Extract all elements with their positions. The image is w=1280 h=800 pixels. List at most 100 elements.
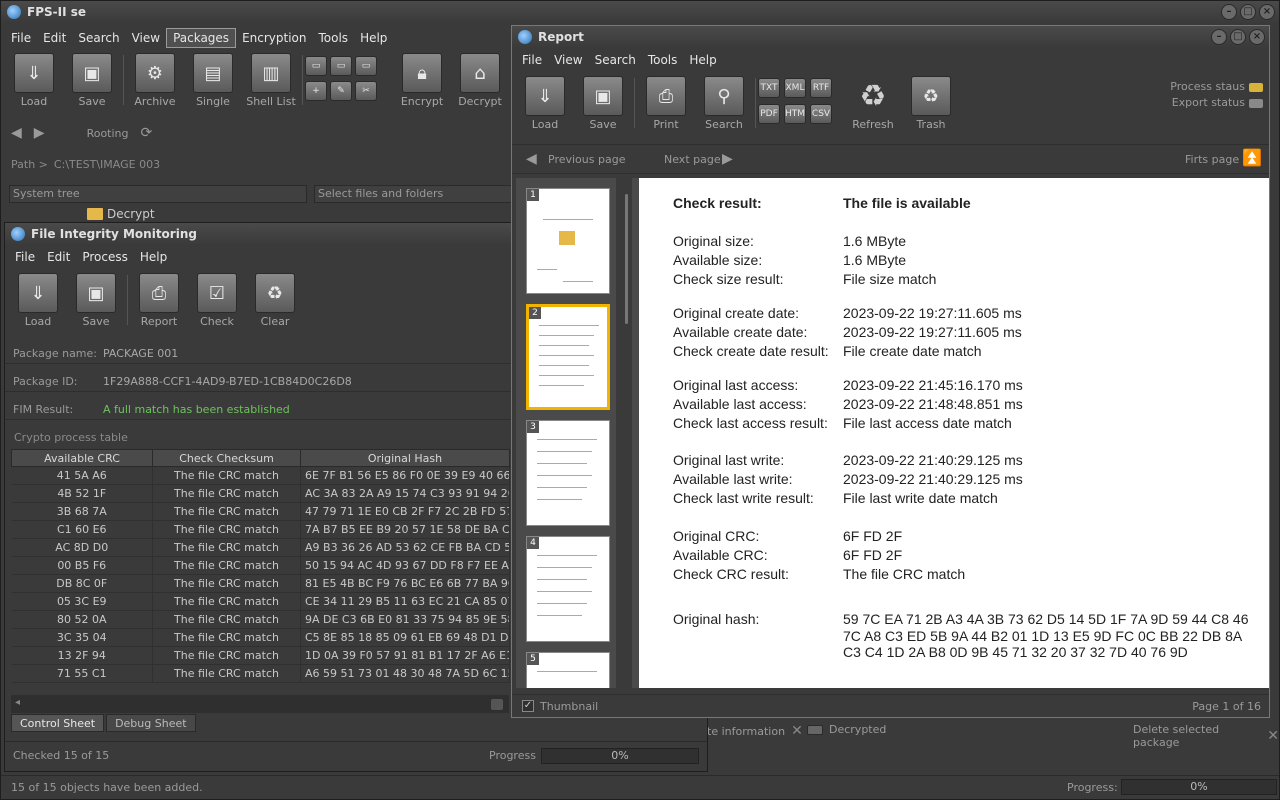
report-menu-file[interactable]: File	[516, 50, 548, 70]
tab-control-sheet[interactable]: Control Sheet	[11, 714, 105, 732]
table-row[interactable]: 05 3C E9 The file CRC match CE 34 11 29 B5…	[11, 592, 510, 611]
fim-menu-process[interactable]: Process	[76, 247, 134, 267]
minimize-button[interactable]: –	[1221, 4, 1237, 20]
previous-page-button[interactable]: Previous page	[548, 153, 625, 166]
forward-arrow-icon[interactable]: ▶	[34, 125, 45, 141]
refresh-icon[interactable]: ⟳	[141, 125, 153, 141]
fim-save-button[interactable]: ▣ Save	[67, 273, 125, 328]
menu-edit[interactable]: Edit	[37, 28, 72, 48]
print-small-icon[interactable]: ▭	[355, 56, 377, 76]
fim-report-button[interactable]: ⎙ Report	[130, 273, 188, 328]
scroll-left-icon[interactable]: ◂	[15, 697, 20, 708]
thumbnail-page-selected[interactable]: 2	[526, 304, 610, 410]
export-pdf-icon[interactable]: PDF	[758, 104, 780, 124]
table-row[interactable]: 3C 35 04 The file CRC match C5 8E 85 18 85…	[11, 628, 510, 647]
check-result-row: Check result: The file is available	[673, 195, 971, 211]
report-menu-search[interactable]: Search	[589, 50, 642, 70]
menu-file[interactable]: File	[5, 28, 37, 48]
add-icon[interactable]: +	[305, 81, 327, 101]
report-load-button[interactable]: ⇓ Load	[516, 76, 574, 131]
table-row[interactable]: 4B 52 1F The file CRC match AC 3A 83 2A A9…	[11, 484, 510, 503]
report-refresh-button[interactable]: ♻ Refresh	[844, 76, 902, 132]
thumbnail-scrollbar[interactable]	[625, 194, 628, 324]
fim-menu-edit[interactable]: Edit	[41, 247, 76, 267]
single-button[interactable]: ▤ Single	[184, 53, 242, 108]
thumbnail-page[interactable]: 5	[526, 652, 610, 688]
column-header-original-hash[interactable]: Original Hash	[300, 449, 510, 467]
doc-copy-icon[interactable]: ▭	[330, 56, 352, 76]
menu-search[interactable]: Search	[72, 28, 125, 48]
decrypted-toggle-icon[interactable]	[807, 724, 823, 735]
doc-icon[interactable]: ▭	[305, 56, 327, 76]
menu-packages[interactable]: Packages	[166, 28, 237, 48]
table-row[interactable]: 13 2F 94 The file CRC match 1D 0A 39 F0 57…	[11, 646, 510, 665]
fim-menu-help[interactable]: Help	[134, 247, 173, 267]
fim-check-button[interactable]: ☑ Check	[188, 273, 246, 328]
export-txt-icon[interactable]: TXT	[758, 78, 780, 98]
report-minimize-button[interactable]: –	[1211, 29, 1227, 45]
menu-encryption[interactable]: Encryption	[236, 28, 312, 48]
fim-load-button[interactable]: ⇓ Load	[9, 273, 67, 328]
export-xml-icon[interactable]: XML	[784, 78, 806, 98]
fim-menu-file[interactable]: File	[9, 247, 41, 267]
report-maximize-button[interactable]: □	[1230, 29, 1246, 45]
close-button[interactable]: ×	[1259, 4, 1275, 20]
report-trash-label: Trash	[916, 118, 946, 131]
thumbnail-checkbox[interactable]: ✓	[522, 700, 534, 712]
tab-debug-sheet[interactable]: Debug Sheet	[106, 714, 196, 732]
first-page-icon[interactable]: ⏫	[1242, 148, 1262, 167]
report-search-button[interactable]: ⚲ Search	[695, 76, 753, 131]
decrypt-button[interactable]: ⌂ Decrypt	[451, 53, 509, 108]
thumbnail-page[interactable]: 4	[526, 536, 610, 642]
report-trash-button[interactable]: ♻ Trash	[902, 76, 960, 131]
load-button[interactable]: ⇓ Load	[5, 53, 63, 108]
table-row[interactable]: 80 52 0A The file CRC match 9A DE C3 6B E0…	[11, 610, 510, 629]
report-print-button[interactable]: ⎙ Print	[637, 76, 695, 131]
thumbnail-page[interactable]: 3	[526, 420, 610, 526]
table-scrollbar[interactable]: ◂	[11, 695, 509, 713]
column-header-check-checksum[interactable]: Check Checksum	[152, 449, 301, 467]
report-close-button[interactable]: ×	[1249, 29, 1265, 45]
menu-help[interactable]: Help	[354, 28, 393, 48]
menu-view[interactable]: View	[126, 28, 166, 48]
tree-item-decrypt[interactable]: Decrypt	[87, 207, 155, 221]
back-arrow-icon[interactable]: ◀	[11, 125, 22, 141]
table-row[interactable]: AC 8D D0 The file CRC match A9 B3 36 26 AD…	[11, 538, 510, 557]
table-row[interactable]: 71 55 C1 The file CRC match A6 59 51 73 01…	[11, 664, 510, 683]
next-page-button[interactable]: Next page	[664, 153, 721, 166]
table-row[interactable]: DB 8C 0F The file CRC match 81 E5 4B BC F9…	[11, 574, 510, 593]
save-button[interactable]: ▣ Save	[63, 53, 121, 108]
tools-icon[interactable]: ✂	[355, 81, 377, 101]
export-csv-icon[interactable]: CSV	[810, 104, 832, 124]
export-rtf-icon[interactable]: RTF	[810, 78, 832, 98]
edit-icon[interactable]: ✎	[330, 81, 352, 101]
report-menu-tools[interactable]: Tools	[642, 50, 684, 70]
table-row[interactable]: 00 B5 F6 The file CRC match 50 15 94 AC 4D…	[11, 556, 510, 575]
scroll-thumb[interactable]	[491, 699, 503, 710]
close-info-icon[interactable]: ✕	[791, 723, 803, 739]
previous-page-icon[interactable]: ◀	[526, 151, 537, 167]
table-row[interactable]: 41 5A A6 The file CRC match 6E 7F B1 56 E5…	[11, 466, 510, 485]
export-status-indicator	[1249, 98, 1263, 108]
first-page-button[interactable]: Firts page	[1185, 153, 1239, 166]
next-page-icon[interactable]: ▶	[722, 151, 733, 167]
fim-clear-button[interactable]: ♻ Clear	[246, 273, 304, 328]
thumbnail-page[interactable]: 1	[526, 188, 610, 294]
report-field-label: Check last write result:	[673, 490, 814, 506]
table-row[interactable]: C1 60 E6 The file CRC match 7A B7 B5 EE B9…	[11, 520, 510, 539]
delete-package-button[interactable]: Delete selected package ✕	[1133, 723, 1279, 749]
report-field-row: Original CRC: 6F FD 2F	[673, 528, 902, 544]
export-htm-icon[interactable]: HTM	[784, 104, 806, 124]
column-header-available-crc[interactable]: Available CRC	[11, 449, 153, 467]
thumbnail-label: Thumbnail	[540, 700, 599, 713]
table-row[interactable]: 3B 68 7A The file CRC match 47 79 71 1E E0…	[11, 502, 510, 521]
report-menu-help[interactable]: Help	[683, 50, 722, 70]
encrypt-button[interactable]: 🔒︎ Encrypt	[393, 53, 451, 108]
report-menu-view[interactable]: View	[548, 50, 588, 70]
maximize-button[interactable]: □	[1240, 4, 1256, 20]
unlock-icon: ⌂	[460, 53, 500, 93]
archive-button[interactable]: ⚙ Archive	[126, 53, 184, 108]
menu-tools[interactable]: Tools	[313, 28, 355, 48]
shell-list-button[interactable]: ▥ Shell List	[242, 53, 300, 108]
report-save-button[interactable]: ▣ Save	[574, 76, 632, 131]
